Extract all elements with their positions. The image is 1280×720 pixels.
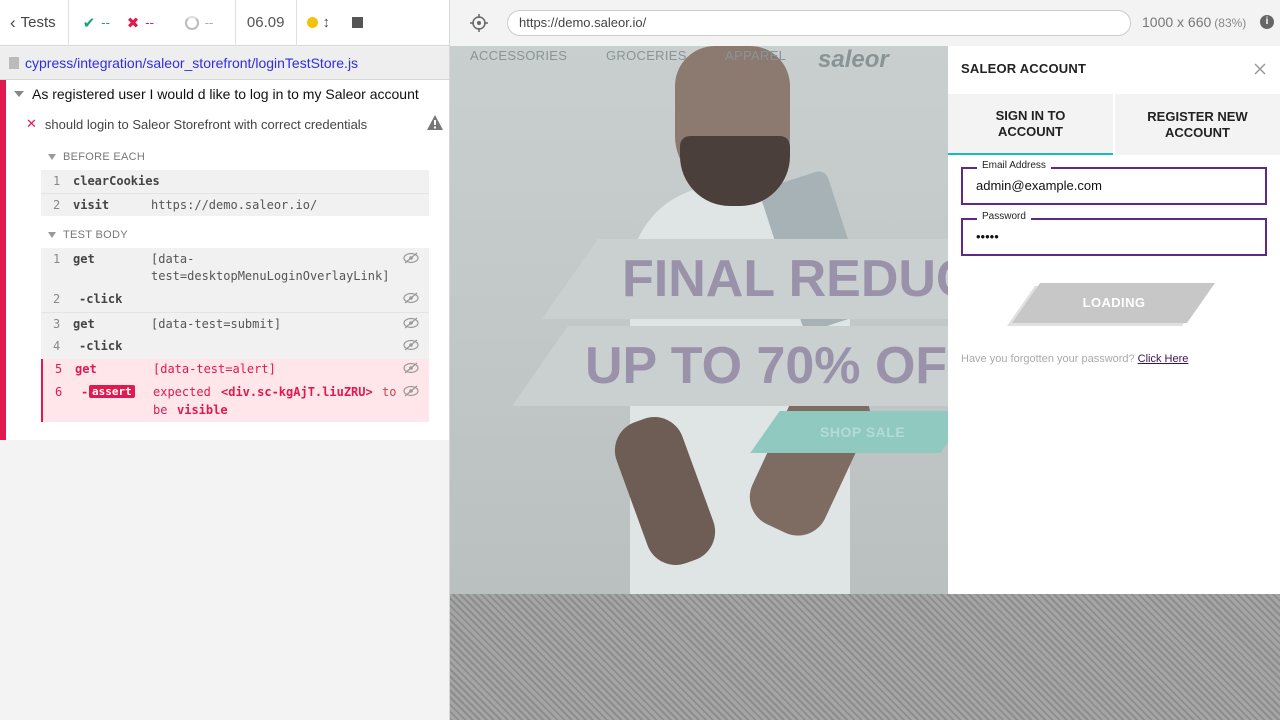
reporter-header: ‹ Tests ✔ -- ✖ -- -- 06.09 ↕ — [0, 0, 449, 46]
nav-item-accessories[interactable]: ACCESSORIES — [470, 48, 567, 63]
submit-button-label: LOADING — [1082, 295, 1146, 310]
test-reporter: ‹ Tests ✔ -- ✖ -- -- 06.09 ↕ cypress/int… — [0, 0, 450, 720]
check-icon: ✔ — [82, 14, 96, 32]
password-label: Password — [977, 211, 1031, 222]
stop-icon — [352, 17, 364, 28]
email-value: admin@example.com — [976, 178, 1102, 193]
tab-sign-in-label: SIGN IN TO ACCOUNT — [995, 107, 1066, 139]
password-value: ••••• — [976, 229, 999, 244]
tests-label: Tests — [20, 14, 56, 31]
panel-title: SALEOR ACCOUNT — [961, 61, 1087, 76]
tab-register-label: REGISTER NEW ACCOUNT — [1147, 108, 1248, 140]
eye-slash-icon[interactable] — [403, 292, 419, 304]
file-icon — [9, 57, 19, 69]
email-label: Email Address — [977, 160, 1051, 171]
command-row[interactable]: 1 get [data- test=desktopMenuLoginOverla… — [41, 248, 429, 288]
autoscroll-toggle[interactable]: ↕ — [297, 0, 341, 46]
collapse-triangle-icon — [14, 91, 24, 97]
suite-title[interactable]: As registered user I would d like to log… — [14, 86, 419, 102]
suite-runnable: As registered user I would d like to log… — [0, 80, 449, 440]
command-row[interactable]: 2 -click — [41, 288, 429, 312]
info-icon[interactable]: i — [1260, 15, 1274, 29]
forgot-password: Have you forgotten your password? Click H… — [961, 353, 1189, 365]
collapse-triangle-icon — [48, 232, 56, 238]
duration-display: 06.09 — [234, 0, 297, 46]
command-row[interactable]: 2 visit https://demo.saleor.io/ — [41, 193, 429, 216]
selector-playground-icon[interactable] — [470, 14, 488, 32]
password-field[interactable]: Password ••••• — [961, 211, 1267, 256]
x-icon: ✖ — [126, 14, 140, 32]
nav-item-apparel[interactable]: APPAREL — [725, 48, 786, 63]
tab-register[interactable]: REGISTER NEW ACCOUNT — [1115, 94, 1280, 155]
stop-button[interactable] — [341, 0, 375, 46]
aut-header: https://demo.saleor.io/ 1000 x 660 (83%) … — [450, 0, 1280, 46]
command-row-failed-assert[interactable]: 6 - assert expected <div.sc-kgAjT.liuZRU… — [41, 381, 429, 422]
account-overlay-panel: SALEOR ACCOUNT SIGN IN TO ACCOUNT REGIST… — [948, 46, 1280, 594]
warning-icon[interactable] — [426, 114, 444, 132]
saleor-logo[interactable]: saleor — [818, 46, 889, 74]
forgot-password-link[interactable]: Click Here — [1138, 353, 1189, 365]
aut-empty-area — [450, 594, 1280, 720]
chevron-left-icon: ‹ — [10, 12, 16, 32]
eye-slash-icon[interactable] — [403, 317, 419, 329]
collapse-triangle-icon — [48, 154, 56, 160]
tab-sign-in[interactable]: SIGN IN TO ACCOUNT — [948, 94, 1113, 155]
updown-arrow-icon: ↕ — [322, 14, 330, 31]
app-under-test-frame: ACCESSORIES GROCERIES APPAREL saleor FIN… — [450, 46, 1280, 594]
banner-headline-1: FINAL REDUC — [622, 250, 974, 308]
nav-item-groceries[interactable]: GROCERIES — [606, 48, 687, 63]
eye-slash-icon[interactable] — [403, 339, 419, 351]
hero-image — [450, 46, 948, 594]
shop-sale-label: SHOP SALE — [820, 424, 906, 440]
eye-slash-icon[interactable] — [403, 362, 419, 374]
viewport-size: 1000 x 660 (83%) — [1142, 14, 1247, 30]
spec-file-link[interactable]: cypress/integration/saleor_storefront/lo… — [25, 55, 358, 71]
failed-count: ✖ -- — [126, 14, 154, 32]
url-bar[interactable]: https://demo.saleor.io/ — [507, 10, 1131, 36]
banner-headline-2: UP TO 70% OF — [585, 337, 948, 395]
email-field[interactable]: Email Address admin@example.com — [961, 160, 1267, 205]
close-icon[interactable] — [1253, 62, 1267, 76]
failed-x-icon: ✕ — [26, 116, 37, 131]
command-row[interactable]: 3 get [data-test=submit] — [41, 312, 429, 335]
eye-slash-icon[interactable] — [403, 385, 419, 397]
tests-button[interactable]: ‹ Tests — [0, 0, 69, 46]
status-dot-icon — [307, 17, 319, 28]
command-row[interactable]: 1 clearCookies — [41, 170, 429, 193]
pending-count: -- — [184, 0, 235, 46]
spec-file-bar: cypress/integration/saleor_storefront/lo… — [0, 47, 449, 80]
test-title[interactable]: ✕ should login to Saleor Storefront with… — [26, 114, 444, 132]
command-row-failed[interactable]: 5 get [data-test=alert] — [41, 359, 429, 381]
assert-badge: assert — [89, 385, 135, 398]
passed-count: ✔ -- — [82, 14, 110, 32]
before-each-hook-title[interactable]: BEFORE EACH — [48, 151, 145, 163]
pending-circle-icon — [184, 15, 199, 30]
eye-slash-icon[interactable] — [403, 252, 419, 264]
test-body-hook-title[interactable]: TEST BODY — [48, 229, 128, 241]
command-row[interactable]: 4 -click — [41, 335, 429, 359]
